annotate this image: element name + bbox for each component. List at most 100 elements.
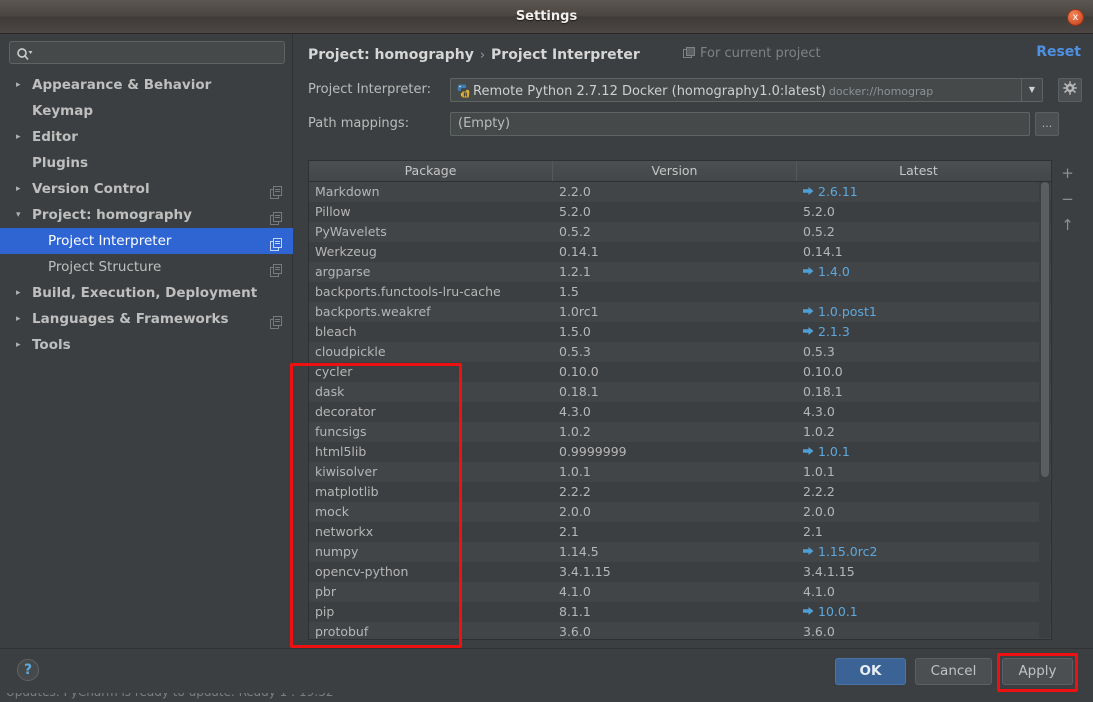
add-package-button[interactable]: + [1054,160,1081,186]
help-icon[interactable]: ? [17,659,39,681]
table-row[interactable]: argparse 1.2.1 1.4.0 [309,262,1051,282]
package-version-cell: 0.5.3 [559,344,591,359]
sidebar-item-build-execution-deployment[interactable]: ▸ Build, Execution, Deployment [0,280,293,306]
package-version-cell: 4.1.0 [559,584,591,599]
upgrade-package-button[interactable]: ↑ [1054,212,1081,238]
table-row[interactable]: Markdown 2.2.0 2.6.11 [309,182,1051,202]
sidebar-item-keymap[interactable]: Keymap [0,98,293,124]
copy-settings-icon[interactable] [270,182,283,199]
table-row[interactable]: matplotlib 2.2.2 2.2.2 [309,482,1051,502]
package-name-cell: mock [315,504,349,519]
background-status-strip: Updates: PyCharm is ready to update. Rea… [0,693,1093,702]
chevron-down-icon[interactable]: ▼ [1021,79,1042,101]
table-row[interactable]: pbr 4.1.0 4.1.0 [309,582,1051,602]
settings-sidebar: ▸ Appearance & Behavior Keymap ▸ Editor Plugi… [0,34,293,648]
table-column-header-latest[interactable]: Latest [797,161,1040,181]
table-row[interactable]: decorator 4.3.0 4.3.0 [309,402,1051,422]
sidebar-item-appearance-behavior[interactable]: ▸ Appearance & Behavior [0,72,293,98]
table-scrollbar[interactable] [1039,182,1050,638]
package-latest-value: 2.2.2 [803,484,835,499]
ellipsis-icon[interactable]: ... [1035,112,1059,136]
package-latest-cell: 5.2.0 [797,202,1040,222]
ok-button[interactable]: OK [835,658,906,685]
table-scrollbar-thumb[interactable] [1041,182,1049,477]
table-row[interactable]: kiwisolver 1.0.1 1.0.1 [309,462,1051,482]
chevron-down-icon[interactable]: ▾ [16,202,28,228]
sidebar-item-plugins[interactable]: Plugins [0,150,293,176]
package-version-cell: 2.0.0 [559,504,591,519]
package-version-cell: 3.4.1.15 [559,564,611,579]
chevron-right-icon[interactable]: ▸ [16,306,28,332]
sidebar-item-editor[interactable]: ▸ Editor [0,124,293,150]
search-box[interactable] [9,41,285,65]
copy-settings-icon[interactable] [270,312,283,329]
package-name-cell: Pillow [315,204,351,219]
package-latest-cell: 4.1.0 [797,582,1040,602]
sidebar-item-project-interpreter[interactable]: Project Interpreter [0,228,293,254]
background-status-text: Updates: PyCharm is ready to update. Rea… [6,693,334,699]
table-row[interactable]: mock 2.0.0 2.0.0 [309,502,1051,522]
search-input[interactable] [36,42,281,65]
package-latest-value: 2.1.3 [818,324,850,339]
sidebar-item-languages-frameworks[interactable]: ▸ Languages & Frameworks [0,306,293,332]
close-icon[interactable]: x [1067,9,1084,26]
package-latest-value: 1.0.1 [803,464,835,479]
breadcrumb-item-interpreter[interactable]: Project Interpreter [491,47,640,63]
table-row[interactable]: bleach 1.5.0 2.1.3 [309,322,1051,342]
remove-package-button[interactable]: − [1054,186,1081,212]
cancel-button[interactable]: Cancel [915,658,992,685]
package-latest-value: 0.5.3 [803,344,835,359]
package-latest-value: 0.18.1 [803,384,843,399]
table-row[interactable]: dask 0.18.1 0.18.1 [309,382,1051,402]
table-row[interactable]: backports.functools-lru-cache 1.5 [309,282,1051,302]
package-latest-value: 1.0.post1 [818,304,877,319]
interpreter-name: Remote Python 2.7.12 Docker (homography1… [473,84,826,99]
table-row[interactable]: funcsigs 1.0.2 1.0.2 [309,422,1051,442]
table-column-header-package[interactable]: Package [309,161,553,181]
table-row[interactable]: cycler 0.10.0 0.10.0 [309,362,1051,382]
table-row[interactable]: html5lib 0.9999999 1.0.1 [309,442,1051,462]
table-row[interactable]: backports.weakref 1.0rc1 1.0.post1 [309,302,1051,322]
package-name-cell: protobuf [315,624,369,639]
package-latest-value: 0.5.2 [803,224,835,239]
sidebar-item-project-structure[interactable]: Project Structure [0,254,293,280]
chevron-right-icon[interactable]: ▸ [16,280,28,306]
table-row[interactable]: Werkzeug 0.14.1 0.14.1 [309,242,1051,262]
breadcrumb: Project: homography › Project Interpreter [308,44,640,64]
table-column-header-version[interactable]: Version [553,161,797,181]
chevron-right-icon[interactable]: ▸ [16,72,28,98]
table-row[interactable]: numpy 1.14.5 1.15.0rc2 [309,542,1051,562]
sidebar-item-label: Project: homography [32,207,192,223]
chevron-right-icon[interactable]: ▸ [16,124,28,150]
table-row[interactable]: PyWavelets 0.5.2 0.5.2 [309,222,1051,242]
package-version-cell: 2.1 [559,524,579,539]
table-row[interactable]: pip 8.1.1 10.0.1 [309,602,1051,622]
sidebar-item-version-control[interactable]: ▸ Version Control [0,176,293,202]
table-row[interactable]: protobuf 3.6.0 3.6.0 [309,622,1051,639]
gear-icon[interactable] [1058,78,1082,102]
package-latest-value: 1.0.1 [818,444,850,459]
table-row[interactable]: opencv-python 3.4.1.15 3.4.1.15 [309,562,1051,582]
breadcrumb-item-project[interactable]: Project: homography [308,47,474,63]
interpreter-label: Project Interpreter: [308,82,432,97]
table-row[interactable]: networkx 2.1 2.1 [309,522,1051,542]
path-mappings-field[interactable]: (Empty) [450,112,1030,136]
table-row[interactable]: Pillow 5.2.0 5.2.0 [309,202,1051,222]
package-latest-value: 0.10.0 [803,364,843,379]
sidebar-item-tools[interactable]: ▸ Tools [0,332,293,358]
package-version-cell: 0.5.2 [559,224,591,239]
copy-settings-icon[interactable] [270,234,283,251]
packages-toolbar: + − ↑ [1054,160,1081,640]
chevron-right-icon[interactable]: ▸ [16,332,28,358]
interpreter-combo[interactable]: R Remote Python 2.7.12 Docker (homograph… [450,78,1043,102]
sidebar-item-project-homography[interactable]: ▾ Project: homography [0,202,293,228]
copy-settings-icon[interactable] [270,208,283,225]
breadcrumb-separator: › [479,48,486,63]
apply-button[interactable]: Apply [1002,658,1073,685]
copy-settings-icon[interactable] [270,260,283,277]
reset-link[interactable]: Reset [1036,44,1081,60]
table-row[interactable]: cloudpickle 0.5.3 0.5.3 [309,342,1051,362]
package-latest-value: 2.1 [803,524,823,539]
chevron-right-icon[interactable]: ▸ [16,176,28,202]
package-latest-cell: 1.0.post1 [797,302,1040,322]
